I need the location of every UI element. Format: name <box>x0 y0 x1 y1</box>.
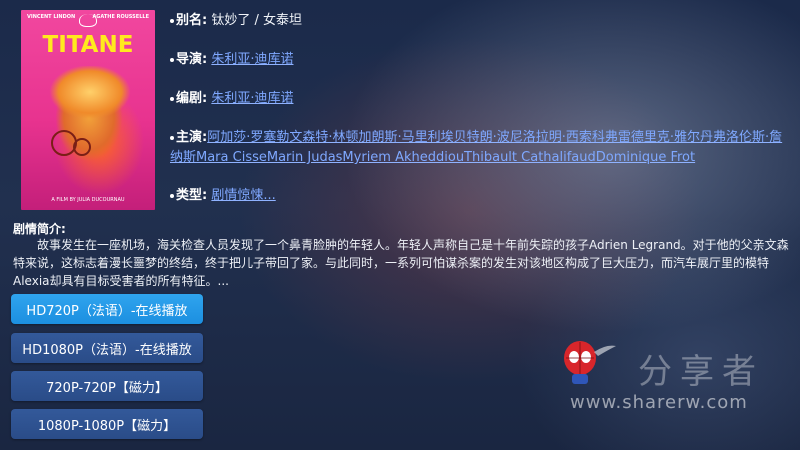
director-row: 导演: 朱利亚·迪库诺 <box>170 51 293 69</box>
genre-link[interactable]: 剧情惊悚... <box>211 188 275 203</box>
watermark-url: www.sharerw.com <box>570 392 748 413</box>
director-link[interactable]: 朱利亚·迪库诺 <box>211 52 293 67</box>
poster-byline: A FILM BY JULIA DUCOURNAU <box>51 197 125 203</box>
play-hd1080p-button[interactable]: HD1080P（法语）-在线播放 <box>11 333 203 363</box>
cast-row: 主演:阿加莎·罗塞勒文森特·林顿加朗斯·马里利埃贝特朗·波尼洛拉明·西索科弗雷德… <box>170 128 792 168</box>
writer-link[interactable]: 朱利亚·迪库诺 <box>211 91 293 106</box>
spider-mascot-icon <box>564 341 616 384</box>
movie-poster: VINCENT LINDON AGATHE ROUSSELLE TITANE A… <box>21 10 155 210</box>
cast-label: 主演: <box>176 130 208 145</box>
genre-row: 类型: 剧情惊悚... <box>170 187 276 205</box>
alias-value: 钛妙了 / 女泰坦 <box>211 13 302 28</box>
bullet-icon <box>170 57 174 62</box>
bullet-icon <box>170 96 174 101</box>
poster-credit-left: VINCENT LINDON <box>27 14 76 20</box>
writer-label: 编剧: <box>176 91 208 106</box>
play-hd720p-button[interactable]: HD720P（法语）-在线播放 <box>11 294 203 324</box>
alias-label: 别名: <box>176 13 208 28</box>
bullet-icon <box>170 193 174 198</box>
alias-row: 别名: 钛妙了 / 女泰坦 <box>170 12 302 30</box>
poster-title: TITANE <box>42 32 134 58</box>
genre-label: 类型: <box>176 188 208 203</box>
watermark-text: 分享者 <box>638 352 764 392</box>
cast-link[interactable]: 阿加莎·罗塞勒文森特·林顿加朗斯·马里利埃贝特朗·波尼洛拉明·西索科弗雷德里克·… <box>170 130 782 165</box>
magnet-1080p-button[interactable]: 1080P-1080P【磁力】 <box>11 409 203 439</box>
director-label: 导演: <box>176 52 208 67</box>
magnet-720p-button[interactable]: 720P-720P【磁力】 <box>11 371 203 401</box>
writer-row: 编剧: 朱利亚·迪库诺 <box>170 90 293 108</box>
bullet-icon <box>170 135 174 140</box>
poster-credit-right: AGATHE ROUSSELLE <box>92 14 149 20</box>
synopsis-label: 剧情简介: <box>13 222 66 236</box>
synopsis-text: 故事发生在一座机场，海关检查人员发现了一个鼻青脸肿的年轻人。年轻人声称自己是十年… <box>13 238 789 288</box>
bullet-icon <box>170 18 174 23</box>
